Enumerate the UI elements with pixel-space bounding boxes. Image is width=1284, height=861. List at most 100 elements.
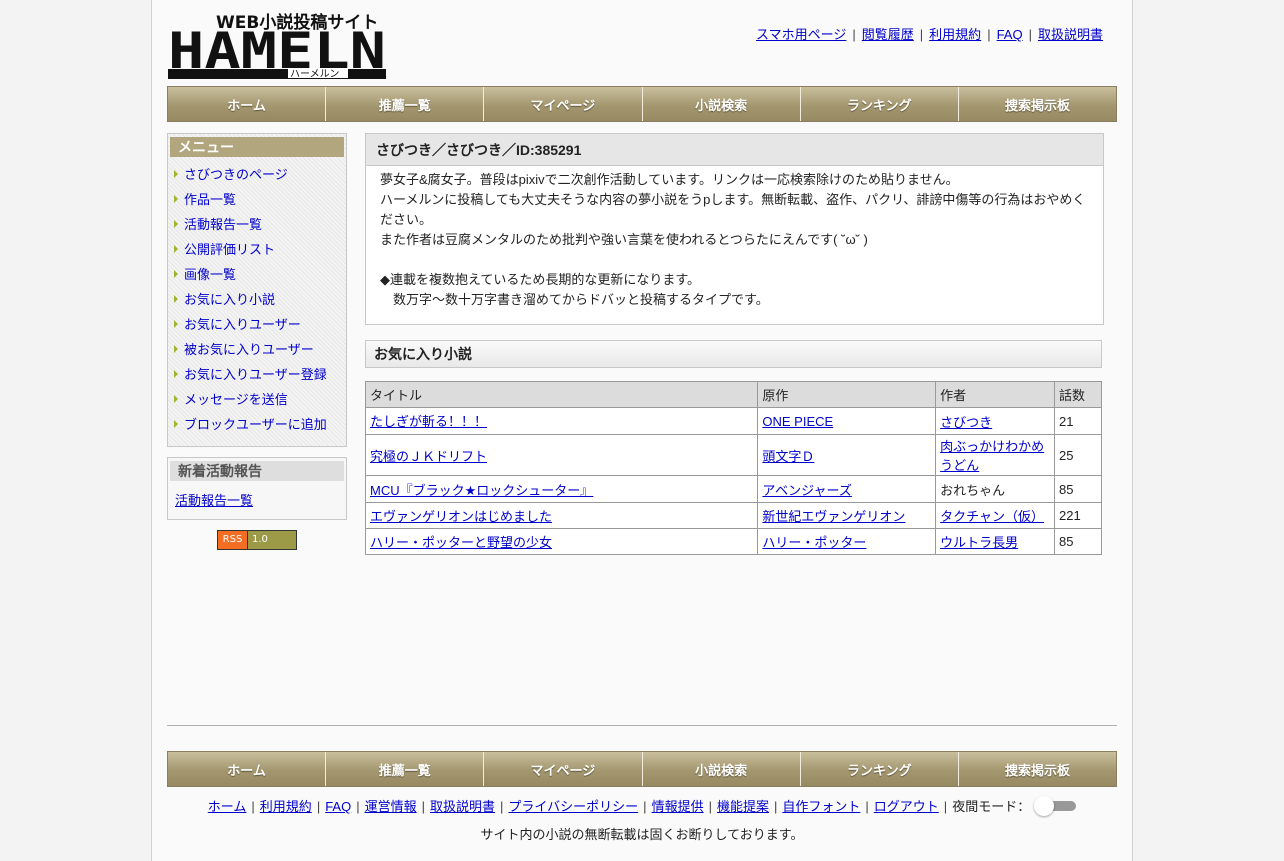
night-mode-label: 夜間モード： — [952, 799, 1031, 814]
menu-ratings[interactable]: 公開評価リスト — [184, 242, 275, 257]
episode-count: 85 — [1054, 528, 1102, 555]
profile-title: さびつき／さびつき／ID:385291 — [366, 134, 1103, 166]
menu-favorited-by[interactable]: 被お気に入りユーザー — [184, 342, 314, 357]
author-link[interactable]: ウルトラ長男 — [940, 535, 1018, 550]
footer-link-faq[interactable]: FAQ — [325, 799, 351, 814]
author-link[interactable]: さびつき — [940, 415, 992, 430]
original-link[interactable]: 頭文字Ｄ — [762, 449, 814, 464]
nav-home[interactable]: ホーム — [168, 87, 327, 121]
table-header-row: タイトル 原作 作者 話数 — [364, 381, 1102, 408]
menu-title: メニュー — [170, 137, 344, 157]
menu-images[interactable]: 画像一覧 — [184, 267, 236, 282]
arrow-icon — [174, 270, 178, 278]
arrow-icon — [174, 195, 178, 203]
table-row: 究極のＪＫドリフト 頭文字Ｄ 肉ぶっかけわかめうどん 25 — [364, 434, 1102, 476]
table-row: ハリー・ポッターと野望の少女 ハリー・ポッター ウルトラ長男 85 — [364, 528, 1102, 555]
toggle-knob — [1034, 796, 1055, 817]
hameln-logo[interactable]: WEB小説投稿サイト HAMELN ハーメルン — [168, 10, 388, 80]
original-link[interactable]: 新世紀エヴァンゲリオン — [762, 509, 905, 524]
sidebar-menu: メニュー さびつきのページ 作品一覧 活動報告一覧 公開評価リスト 画像一覧 お… — [167, 133, 347, 447]
arrow-icon — [174, 370, 178, 378]
table-row: エヴァンゲリオンはじめました 新世紀エヴァンゲリオン タクチャン（仮） 221 — [364, 502, 1102, 529]
profile-line: ◆連載を複数抱えているため長期的な更新になります。 — [380, 272, 701, 287]
menu-item[interactable]: 活動報告一覧 — [168, 212, 346, 237]
rss-label: RSS — [218, 531, 248, 549]
news-box: 新着活動報告 活動報告一覧 — [167, 457, 347, 520]
menu-item[interactable]: お気に入りユーザー — [168, 312, 346, 337]
favorites-heading: お気に入り小説 — [365, 340, 1102, 368]
menu-item[interactable]: お気に入りユーザー登録 — [168, 362, 346, 387]
top-link-history[interactable]: 閲覧履歴 — [862, 27, 914, 42]
footer-link-manual[interactable]: 取扱説明書 — [430, 799, 495, 814]
original-link[interactable]: アベンジャーズ — [762, 483, 851, 498]
menu-item[interactable]: 公開評価リスト — [168, 237, 346, 262]
top-link-faq[interactable]: FAQ — [997, 27, 1023, 42]
top-link-smartphone[interactable]: スマホ用ページ — [756, 27, 846, 42]
menu-block-user[interactable]: ブロックユーザーに追加 — [184, 417, 327, 432]
menu-send-message[interactable]: メッセージを送信 — [184, 392, 288, 407]
menu-user-page[interactable]: さびつきのページ — [184, 167, 288, 182]
menu-item[interactable]: メッセージを送信 — [168, 387, 346, 412]
author-name: おれちゃん — [935, 475, 1055, 503]
menu-works[interactable]: 作品一覧 — [184, 192, 236, 207]
nav-board[interactable]: 捜索掲示板 — [958, 87, 1117, 121]
nav-search[interactable]: 小説検索 — [642, 87, 801, 121]
episode-count: 85 — [1054, 475, 1102, 503]
footer-nav-home[interactable]: ホーム — [168, 752, 327, 786]
arrow-icon — [174, 395, 178, 403]
profile-line: 数万字〜数十万字書き溜めてからドバッと投稿するタイプです。 — [393, 292, 769, 307]
novel-title-link[interactable]: エヴァンゲリオンはじめました — [370, 509, 552, 524]
footer-nav: ホーム 推薦一覧 マイページ 小説検索 ランキング 捜索掲示板 — [167, 751, 1117, 787]
footer-link-operation[interactable]: 運営情報 — [365, 799, 417, 814]
menu-item[interactable]: お気に入り小説 — [168, 287, 346, 312]
footer-link-info[interactable]: 情報提供 — [652, 799, 704, 814]
original-link[interactable]: ハリー・ポッター — [762, 535, 866, 550]
footer-nav-ranking[interactable]: ランキング — [800, 752, 959, 786]
nav-recommend[interactable]: 推薦一覧 — [326, 87, 485, 121]
profile-body: 夢女子&腐女子。普段はpixivで二次創作活動しています。リンクは一応検索除けの… — [366, 166, 1103, 310]
novel-title-link[interactable]: MCU『ブラック★ロックシューター』 — [370, 483, 593, 498]
footer-nav-board[interactable]: 捜索掲示板 — [958, 752, 1117, 786]
menu-add-fav-user[interactable]: お気に入りユーザー登録 — [184, 367, 327, 382]
menu-list: さびつきのページ 作品一覧 活動報告一覧 公開評価リスト 画像一覧 お気に入り小… — [168, 162, 346, 437]
footer-link-logout[interactable]: ログアウト — [874, 799, 939, 814]
menu-item[interactable]: 被お気に入りユーザー — [168, 337, 346, 362]
news-activity-link[interactable]: 活動報告一覧 — [175, 490, 346, 509]
rss-version: 1.0 — [248, 531, 296, 549]
footer-nav-recommend[interactable]: 推薦一覧 — [326, 752, 485, 786]
author-link[interactable]: タクチャン（仮） — [940, 509, 1044, 524]
episode-count: 21 — [1054, 407, 1102, 435]
footer-link-font[interactable]: 自作フォント — [782, 799, 860, 814]
footer-link-feature[interactable]: 機能提案 — [717, 799, 769, 814]
menu-activity[interactable]: 活動報告一覧 — [184, 217, 262, 232]
footer-link-privacy[interactable]: プライバシーポリシー — [508, 799, 638, 814]
menu-fav-novels[interactable]: お気に入り小説 — [184, 292, 275, 307]
footer-nav-mypage[interactable]: マイページ — [484, 752, 643, 786]
table-row: MCU『ブラック★ロックシューター』 アベンジャーズ おれちゃん 85 — [364, 475, 1102, 503]
episode-count: 221 — [1054, 502, 1102, 529]
rss-badge[interactable]: RSS 1.0 — [217, 530, 297, 550]
menu-item[interactable]: さびつきのページ — [168, 162, 346, 187]
top-link-terms[interactable]: 利用規約 — [929, 27, 981, 42]
novel-title-link[interactable]: ハリー・ポッターと野望の少女 — [370, 535, 552, 550]
original-link[interactable]: ONE PIECE — [762, 414, 833, 429]
night-mode-toggle[interactable] — [1034, 796, 1077, 817]
profile-line: ハーメルンに投稿しても大丈夫そうな内容の夢小説をうpします。無断転載、盗作、パク… — [380, 192, 1086, 227]
nav-mypage[interactable]: マイページ — [484, 87, 643, 121]
author-link[interactable]: 肉ぶっかけわかめうどん — [940, 439, 1044, 473]
top-link-manual[interactable]: 取扱説明書 — [1038, 27, 1103, 42]
nav-ranking[interactable]: ランキング — [800, 87, 959, 121]
novel-title-link[interactable]: たしぎが斬る！！！ — [370, 414, 487, 429]
novel-title-link[interactable]: 究極のＪＫドリフト — [370, 449, 487, 464]
menu-item[interactable]: ブロックユーザーに追加 — [168, 412, 346, 437]
footer-link-home[interactable]: ホーム — [208, 799, 247, 814]
menu-item[interactable]: 画像一覧 — [168, 262, 346, 287]
footer-link-terms[interactable]: 利用規約 — [260, 799, 312, 814]
menu-item[interactable]: 作品一覧 — [168, 187, 346, 212]
main-nav: ホーム 推薦一覧 マイページ 小説検索 ランキング 捜索掲示板 — [167, 86, 1117, 122]
arrow-icon — [174, 320, 178, 328]
menu-fav-users[interactable]: お気に入りユーザー — [184, 317, 301, 332]
col-original: 原作 — [757, 381, 937, 408]
footer-nav-search[interactable]: 小説検索 — [642, 752, 801, 786]
news-title: 新着活動報告 — [170, 461, 344, 481]
